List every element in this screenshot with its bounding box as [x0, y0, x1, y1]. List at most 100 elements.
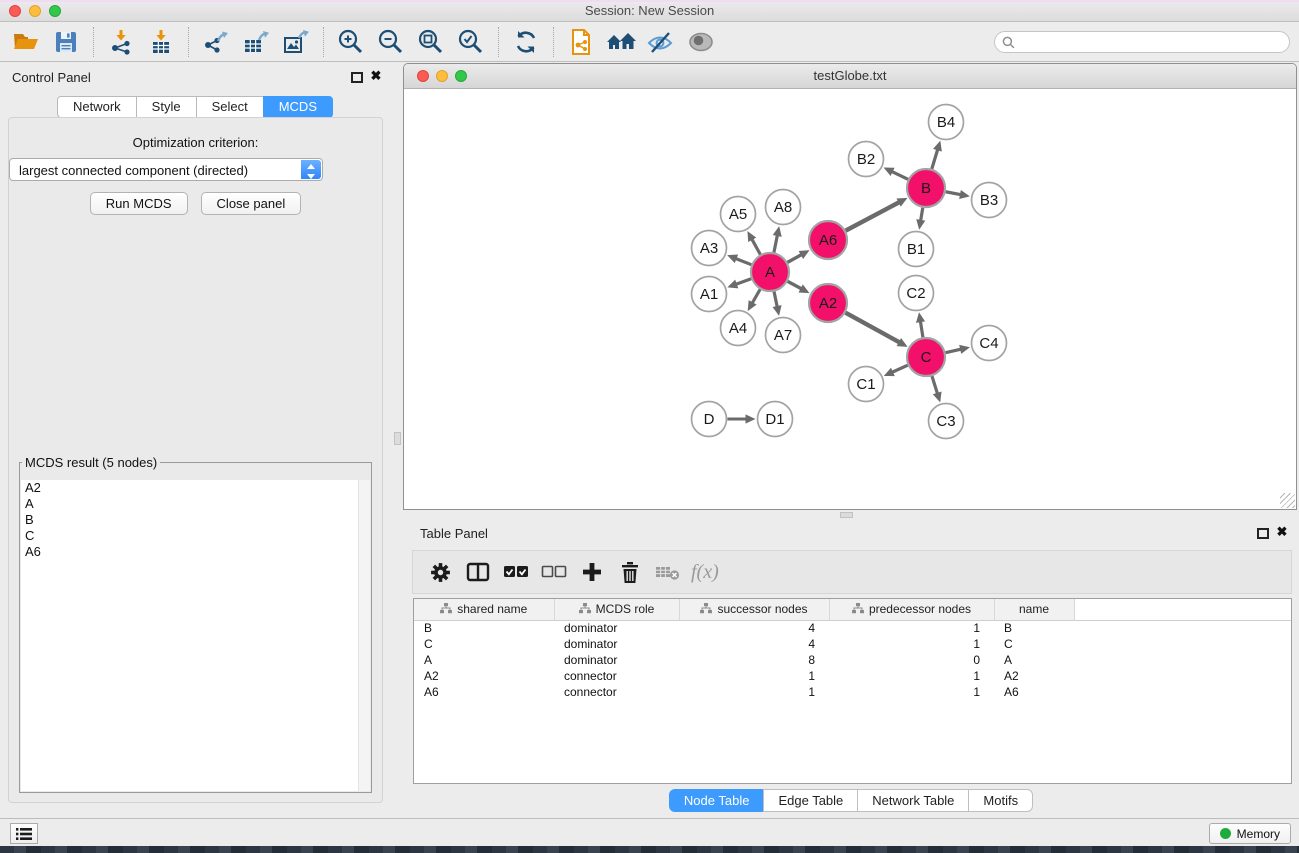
graph-edge-B-B4[interactable]: [932, 147, 939, 168]
result-item[interactable]: B: [21, 512, 370, 528]
close-table-panel-icon[interactable]: ✖: [1274, 524, 1290, 540]
graph-node-C1[interactable]: C1: [849, 367, 884, 402]
zoom-window-button[interactable]: [49, 5, 61, 17]
zoom-in-button[interactable]: [331, 25, 371, 59]
graph-node-A6[interactable]: A6: [809, 221, 847, 259]
table-row[interactable]: A2connector11A2: [414, 668, 1291, 684]
save-session-button[interactable]: [46, 25, 86, 59]
result-item[interactable]: C: [21, 528, 370, 544]
graph-node-A5[interactable]: A5: [721, 197, 756, 232]
graph-node-C[interactable]: C: [907, 338, 945, 376]
search-input[interactable]: [1015, 33, 1289, 51]
unselect-all-columns-button[interactable]: [535, 554, 573, 590]
result-item[interactable]: A2: [21, 480, 370, 496]
network-graph: B4 B2 B B3 A8 A5 A6 A3 B1 A A1 C2 A2 A4 A7 C4 C C1 C3 D D1: [404, 90, 1296, 509]
network-close-button[interactable]: [417, 70, 429, 82]
close-panel-icon[interactable]: ✖: [368, 68, 384, 84]
float-table-panel-icon[interactable]: [1257, 528, 1269, 539]
tab-edge-table[interactable]: Edge Table: [763, 789, 858, 812]
import-network-button[interactable]: [101, 25, 141, 59]
show-home-networks-button[interactable]: [601, 25, 641, 59]
tab-select[interactable]: Select: [196, 96, 264, 118]
select-all-columns-button[interactable]: [497, 554, 535, 590]
refresh-button[interactable]: [506, 25, 546, 59]
svg-text:A3: A3: [700, 240, 718, 257]
zoom-fit-button[interactable]: [411, 25, 451, 59]
show-column-button[interactable]: [459, 554, 497, 590]
graph-node-A3[interactable]: A3: [692, 231, 727, 266]
column-header[interactable]: MCDS role: [554, 599, 679, 620]
graph-node-C3[interactable]: C3: [929, 404, 964, 439]
graph-node-B4[interactable]: B4: [929, 105, 964, 140]
table-row[interactable]: Bdominator41B: [414, 620, 1291, 636]
tab-network[interactable]: Network: [57, 96, 137, 118]
memory-button[interactable]: Memory: [1209, 823, 1291, 844]
tab-style[interactable]: Style: [136, 96, 197, 118]
tab-network-table[interactable]: Network Table: [857, 789, 969, 812]
run-mcds-button[interactable]: Run MCDS: [90, 192, 188, 215]
graph-node-A7[interactable]: A7: [766, 318, 801, 353]
criterion-dropdown[interactable]: largest connected component (directed): [9, 158, 323, 181]
tab-node-table[interactable]: Node Table: [669, 789, 765, 812]
table-cell: 8: [679, 652, 829, 668]
close-panel-button[interactable]: Close panel: [201, 192, 302, 215]
graph-node-D1[interactable]: D1: [758, 402, 793, 437]
column-header[interactable]: predecessor nodes: [829, 599, 994, 620]
result-item[interactable]: A6: [21, 544, 370, 560]
graph-node-A[interactable]: A: [751, 253, 789, 291]
result-item[interactable]: A: [21, 496, 370, 512]
resize-grip-icon[interactable]: [1280, 493, 1295, 508]
graph-node-A2[interactable]: A2: [809, 284, 847, 322]
graph-edge-A2-C[interactable]: [846, 313, 902, 344]
graph-node-C4[interactable]: C4: [972, 326, 1007, 361]
graph-edge-A6-B[interactable]: [846, 201, 902, 231]
network-zoom-button[interactable]: [455, 70, 467, 82]
graph-node-B[interactable]: B: [907, 169, 945, 207]
zoom-selected-button[interactable]: [451, 25, 491, 59]
table-options-button[interactable]: [421, 554, 459, 590]
show-graphics-details-button[interactable]: [681, 25, 721, 59]
hide-graphics-details-button[interactable]: [641, 25, 681, 59]
open-session-button[interactable]: [6, 25, 46, 59]
export-network-button[interactable]: [196, 25, 236, 59]
graph-node-B1[interactable]: B1: [899, 232, 934, 267]
result-list-scrollbar[interactable]: [358, 480, 370, 791]
network-canvas[interactable]: B4 B2 B B3 A8 A5 A6 A3 B1 A A1 C2 A2 A4 A7 C4 C C1 C3 D D1: [404, 90, 1296, 509]
float-panel-icon[interactable]: [351, 72, 363, 83]
delete-table-button[interactable]: [649, 554, 687, 590]
graph-node-C2[interactable]: C2: [899, 276, 934, 311]
table-row[interactable]: Cdominator41C: [414, 636, 1291, 652]
tab-mcds[interactable]: MCDS: [263, 96, 333, 118]
zoom-out-button[interactable]: [371, 25, 411, 59]
network-from-file-button[interactable]: [561, 25, 601, 59]
delete-column-button[interactable]: [611, 554, 649, 590]
tab-motifs[interactable]: Motifs: [968, 789, 1033, 812]
column-header[interactable]: successor nodes: [679, 599, 829, 620]
zoom-selected-icon: [457, 28, 485, 56]
graph-node-A4[interactable]: A4: [721, 311, 756, 346]
table-cell: C: [994, 636, 1074, 652]
column-header[interactable]: name: [994, 599, 1074, 620]
graph-node-B3[interactable]: B3: [972, 183, 1007, 218]
function-builder-icon[interactable]: f(x): [691, 561, 719, 584]
graph-node-B2[interactable]: B2: [849, 142, 884, 177]
export-image-button[interactable]: [276, 25, 316, 59]
horizontal-split-handle[interactable]: [840, 512, 853, 518]
column-header[interactable]: shared name: [414, 599, 554, 620]
task-history-button[interactable]: [10, 823, 38, 844]
network-window-titlebar[interactable]: testGlobe.txt: [404, 64, 1296, 89]
graph-node-A1[interactable]: A1: [692, 277, 727, 312]
import-table-button[interactable]: [141, 25, 181, 59]
export-table-button[interactable]: [236, 25, 276, 59]
graph-node-D[interactable]: D: [692, 402, 727, 437]
table-row[interactable]: A6connector11A6: [414, 684, 1291, 700]
graph-edge-C-C3[interactable]: [932, 376, 938, 396]
graph-node-A8[interactable]: A8: [766, 190, 801, 225]
table-row[interactable]: Adominator80A: [414, 652, 1291, 668]
network-minimize-button[interactable]: [436, 70, 448, 82]
graph-edge-B-B2[interactable]: [890, 171, 908, 180]
vertical-split-handle[interactable]: [394, 432, 401, 445]
add-column-button[interactable]: [573, 554, 611, 590]
minimize-window-button[interactable]: [29, 5, 41, 17]
close-window-button[interactable]: [9, 5, 21, 17]
